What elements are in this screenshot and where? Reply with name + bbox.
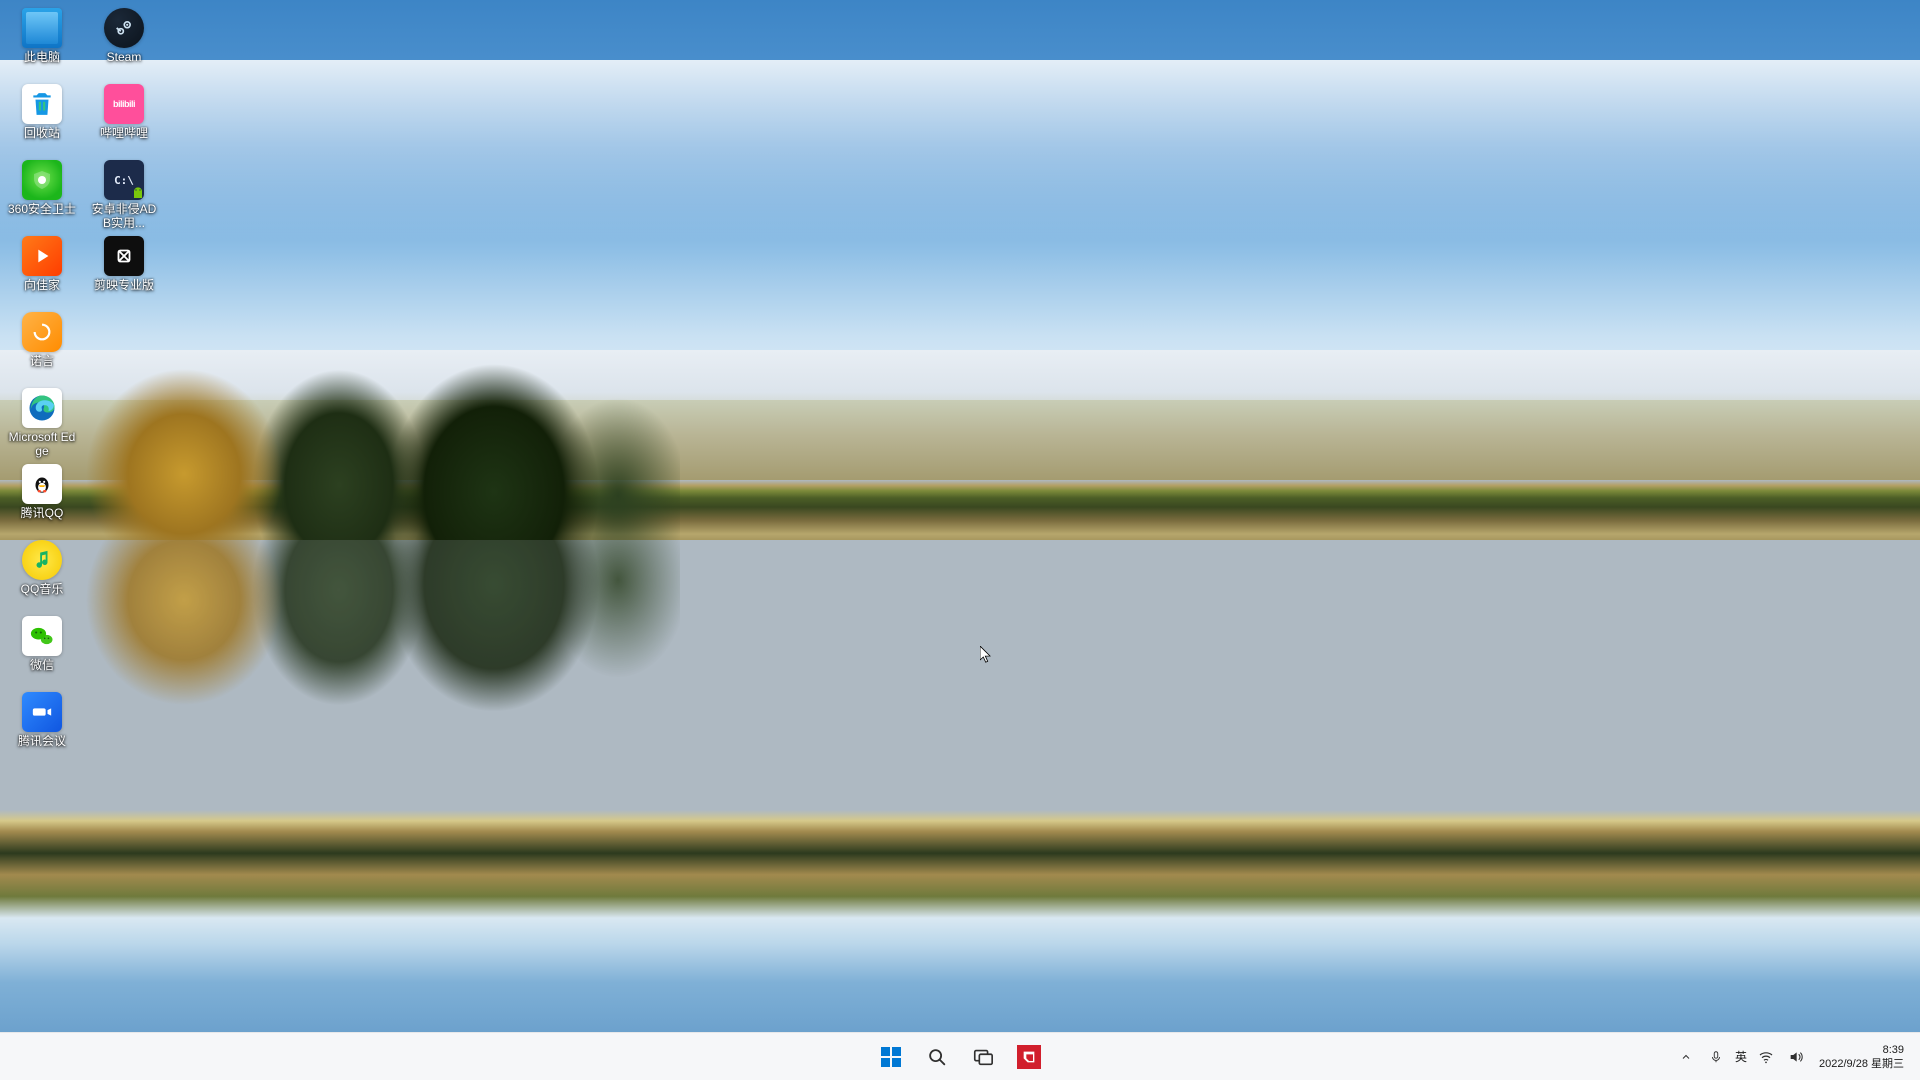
icon-label: 360安全卫士: [8, 202, 76, 216]
search-button[interactable]: [917, 1037, 957, 1077]
recycle-bin-icon: [22, 84, 62, 124]
clock-date: 2022/9/28 星期三: [1819, 1057, 1904, 1071]
clock-time: 8:39: [1819, 1043, 1904, 1057]
wechat-icon: [22, 616, 62, 656]
desktop-icon-edge[interactable]: Microsoft Edge: [4, 386, 80, 462]
chevron-up-icon: [1680, 1051, 1692, 1063]
desktop-icon-recycle-bin[interactable]: 回收站: [4, 82, 80, 158]
mic-icon: [1709, 1050, 1723, 1064]
icon-label: 诺言: [30, 354, 54, 368]
start-button[interactable]: [871, 1037, 911, 1077]
desktop-icon-nuoyan[interactable]: 诺言: [4, 310, 80, 386]
desktop-icon-360safe[interactable]: 360安全卫士: [4, 158, 80, 234]
qq-penguin-icon: [22, 464, 62, 504]
desktop-icon-qq[interactable]: 腾讯QQ: [4, 462, 80, 538]
task-view-button[interactable]: [963, 1037, 1003, 1077]
desktop-icon-wechat[interactable]: 微信: [4, 614, 80, 690]
tray-wifi[interactable]: [1755, 1037, 1777, 1077]
taskbar-tray: 英 8:39 2022/9/28 星期三: [1675, 1033, 1918, 1080]
sound-icon: [1788, 1049, 1804, 1065]
taskbar-center: [871, 1037, 1049, 1077]
icon-label: 向佳家: [24, 278, 60, 292]
tray-ime[interactable]: 英: [1735, 1037, 1747, 1077]
search-icon: [926, 1046, 948, 1068]
windows-icon: [879, 1045, 903, 1069]
360-icon: [22, 160, 62, 200]
icon-label: 此电脑: [24, 50, 60, 64]
desktop-icon-xiangjijia[interactable]: 向佳家: [4, 234, 80, 310]
amd-icon: [1017, 1045, 1041, 1069]
music-note-icon: [22, 540, 62, 580]
taskbar: 英 8:39 2022/9/28 星期三: [0, 1032, 1920, 1080]
tray-sound[interactable]: [1785, 1037, 1807, 1077]
tray-overflow-button[interactable]: [1675, 1037, 1697, 1077]
tray-mic[interactable]: [1705, 1037, 1727, 1077]
icon-label: 腾讯会议: [18, 734, 66, 748]
icon-label: QQ音乐: [21, 582, 64, 596]
icon-label: 微信: [30, 658, 54, 672]
meeting-icon: [22, 692, 62, 732]
mouse-cursor: [980, 646, 992, 664]
edge-icon: [22, 388, 62, 428]
desktop-icon-qqmusic[interactable]: QQ音乐: [4, 538, 80, 614]
wifi-icon: [1758, 1049, 1774, 1065]
desktop-icon-this-pc[interactable]: 此电脑: [4, 6, 80, 82]
tray-clock[interactable]: 8:39 2022/9/28 星期三: [1815, 1043, 1908, 1071]
monitor-icon: [22, 8, 62, 48]
icon-label: 回收站: [24, 126, 60, 140]
desktop-icons-col1: 此电脑 回收站 360安全卫士 向佳家 诺言: [0, 0, 180, 1020]
icon-label: 腾讯QQ: [21, 506, 64, 520]
amd-app[interactable]: [1009, 1037, 1049, 1077]
icon-label: Microsoft Edge: [6, 430, 78, 458]
spiral-icon: [22, 312, 62, 352]
desktop-icon-tencent-meeting[interactable]: 腾讯会议: [4, 690, 80, 766]
play-icon: [22, 236, 62, 276]
taskview-icon: [972, 1046, 994, 1068]
desktop-wallpaper[interactable]: 此电脑 回收站 360安全卫士 向佳家 诺言: [0, 0, 1920, 1080]
